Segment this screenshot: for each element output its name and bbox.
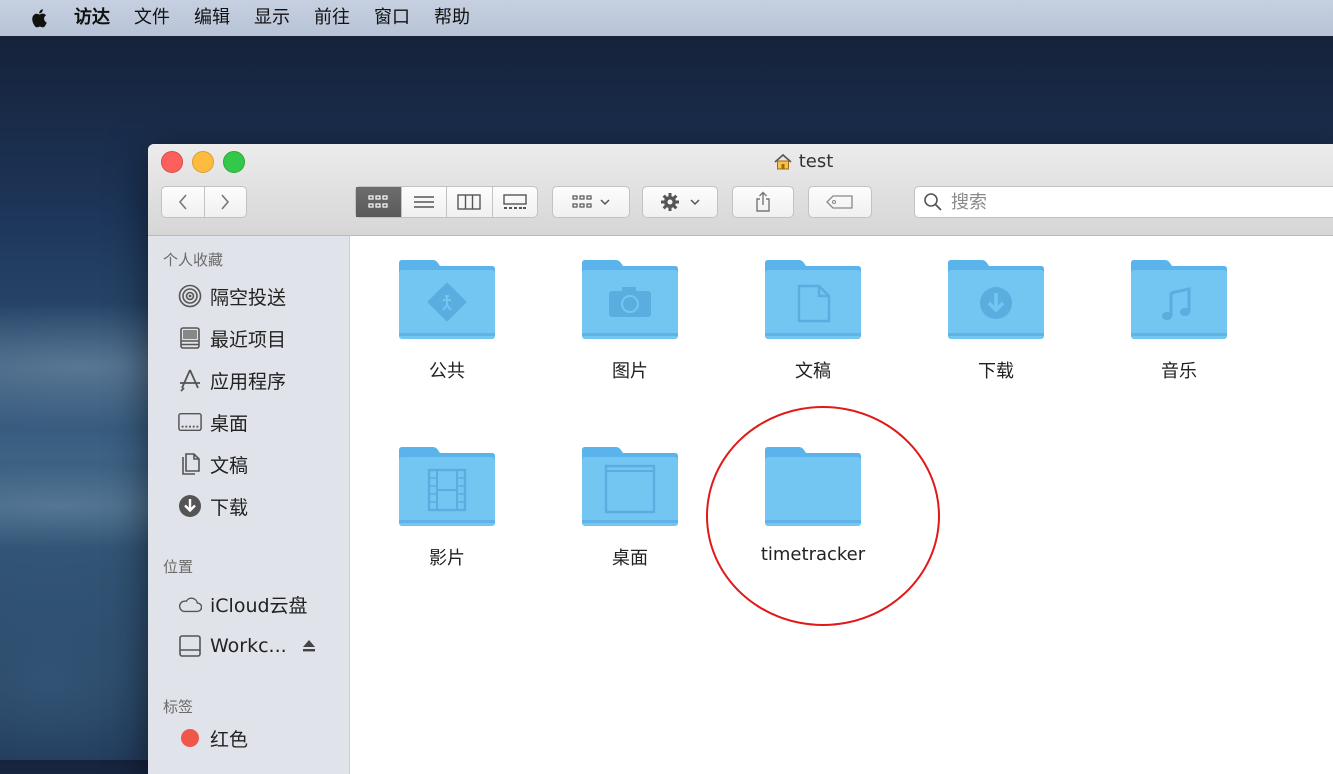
folder-label: 下载 [978,361,1014,382]
chevron-left-icon [178,194,187,210]
nav-buttons [161,186,247,218]
sidebar-item-downloads[interactable]: 下载 [178,490,248,522]
sidebar-header-favorites: 个人收藏 [163,251,224,269]
menu-bar: 访达 文件 编辑 显示 前往 窗口 帮助 [0,0,1333,36]
back-button[interactable] [162,187,205,217]
action-menu-button[interactable] [642,186,718,218]
columns-icon [457,194,481,210]
sidebar-item-label: 桌面 [210,412,249,435]
sidebar-item-documents[interactable]: 文稿 [178,448,248,480]
sidebar-item-recents[interactable]: 最近项目 [178,322,286,354]
sidebar-item-disk[interactable]: Workc... [178,630,317,662]
sidebar-item-label: 文稿 [210,454,249,477]
menu-edit[interactable]: 编辑 [194,0,230,36]
column-view-button[interactable] [447,187,493,217]
movies-folder-icon [399,447,495,526]
icloud-icon [178,592,202,616]
search-input[interactable] [949,190,1333,214]
pictures-folder-icon [582,260,678,339]
sidebar-item-label: 红色 [210,728,249,751]
folder-label: 文稿 [795,361,831,382]
window-toolbar: test [148,144,1333,236]
sidebar-item-desktop[interactable]: 桌面 [178,406,248,438]
disk-icon [178,634,202,658]
forward-button[interactable] [205,187,247,217]
gallery-view-button[interactable] [493,187,538,217]
search-field[interactable] [914,186,1333,218]
tags-button[interactable] [808,186,872,218]
folder-label: 公共 [429,361,465,382]
sidebar: 个人收藏 隔空投送 最近项目 应用程序 桌面 文稿 下载 位置 iCloud云盘… [148,236,350,774]
sidebar-item-label: Workc... [210,635,287,657]
tag-icon [826,195,853,209]
downloads-folder-icon [948,260,1044,339]
sidebar-item-label: 下载 [210,496,249,519]
folder-item[interactable]: 音乐 [1109,259,1249,383]
red-tag-dot-icon [178,726,202,750]
view-mode-control [355,186,538,218]
sidebar-item-label: iCloud云盘 [210,594,308,617]
group-by-button[interactable] [552,186,630,218]
list-view-button[interactable] [402,187,447,217]
eject-icon[interactable] [301,639,317,653]
grid-icon [572,195,592,208]
recents-icon [178,326,202,350]
window-title: test [148,151,1333,172]
gallery-icon [503,194,527,209]
sidebar-item-label: 应用程序 [210,370,287,393]
folder-item[interactable]: 下载 [926,259,1066,383]
folder-label: 音乐 [1161,361,1197,382]
folder-item[interactable]: 桌面 [560,446,700,570]
folder-item[interactable]: 文稿 [743,259,883,383]
sidebar-item-applications[interactable]: 应用程序 [178,364,286,396]
sidebar-header-locations: 位置 [163,558,194,576]
menu-view[interactable]: 显示 [254,0,290,36]
chevron-down-icon [690,199,700,206]
downloads-icon [178,494,202,518]
sidebar-header-tags: 标签 [163,698,194,716]
sidebar-item-airdrop[interactable]: 隔空投送 [178,280,286,312]
music-folder-icon [1131,260,1227,339]
airdrop-icon [178,284,202,308]
share-button[interactable] [732,186,794,218]
documents-folder-icon [765,260,861,339]
sidebar-item-label: 最近项目 [210,328,287,351]
grid-icon [368,195,388,208]
menu-window[interactable]: 窗口 [374,0,410,36]
home-folder-icon [774,153,792,169]
list-icon [413,196,434,208]
share-icon [756,191,770,212]
window-title-text: test [798,151,834,172]
desktop-icon [178,410,202,434]
menu-help[interactable]: 帮助 [434,0,470,36]
apple-menu-icon[interactable] [30,8,48,28]
menu-file[interactable]: 文件 [134,0,170,36]
annotation-circle [706,406,940,626]
folder-item[interactable]: 公共 [377,259,517,383]
chevron-right-icon [221,194,230,210]
sidebar-item-icloud[interactable]: iCloud云盘 [178,588,308,620]
folder-label: 影片 [429,548,465,569]
chevron-down-icon [600,199,610,206]
sidebar-item-label: 隔空投送 [210,286,287,309]
icon-view-button[interactable] [356,187,402,217]
folder-label: 桌面 [612,548,648,569]
sidebar-item-tag-red[interactable]: 红色 [178,722,248,754]
menu-go[interactable]: 前往 [314,0,350,36]
desktop-folder-icon [582,447,678,526]
search-icon [924,193,942,211]
folder-label: 图片 [612,361,648,382]
folder-item[interactable]: 影片 [377,446,517,570]
public-folder-icon [399,260,495,339]
documents-icon [178,452,202,476]
gear-icon [661,193,679,211]
menu-finder[interactable]: 访达 [74,0,110,36]
folder-item[interactable]: 图片 [560,259,700,383]
applications-icon [178,368,202,392]
